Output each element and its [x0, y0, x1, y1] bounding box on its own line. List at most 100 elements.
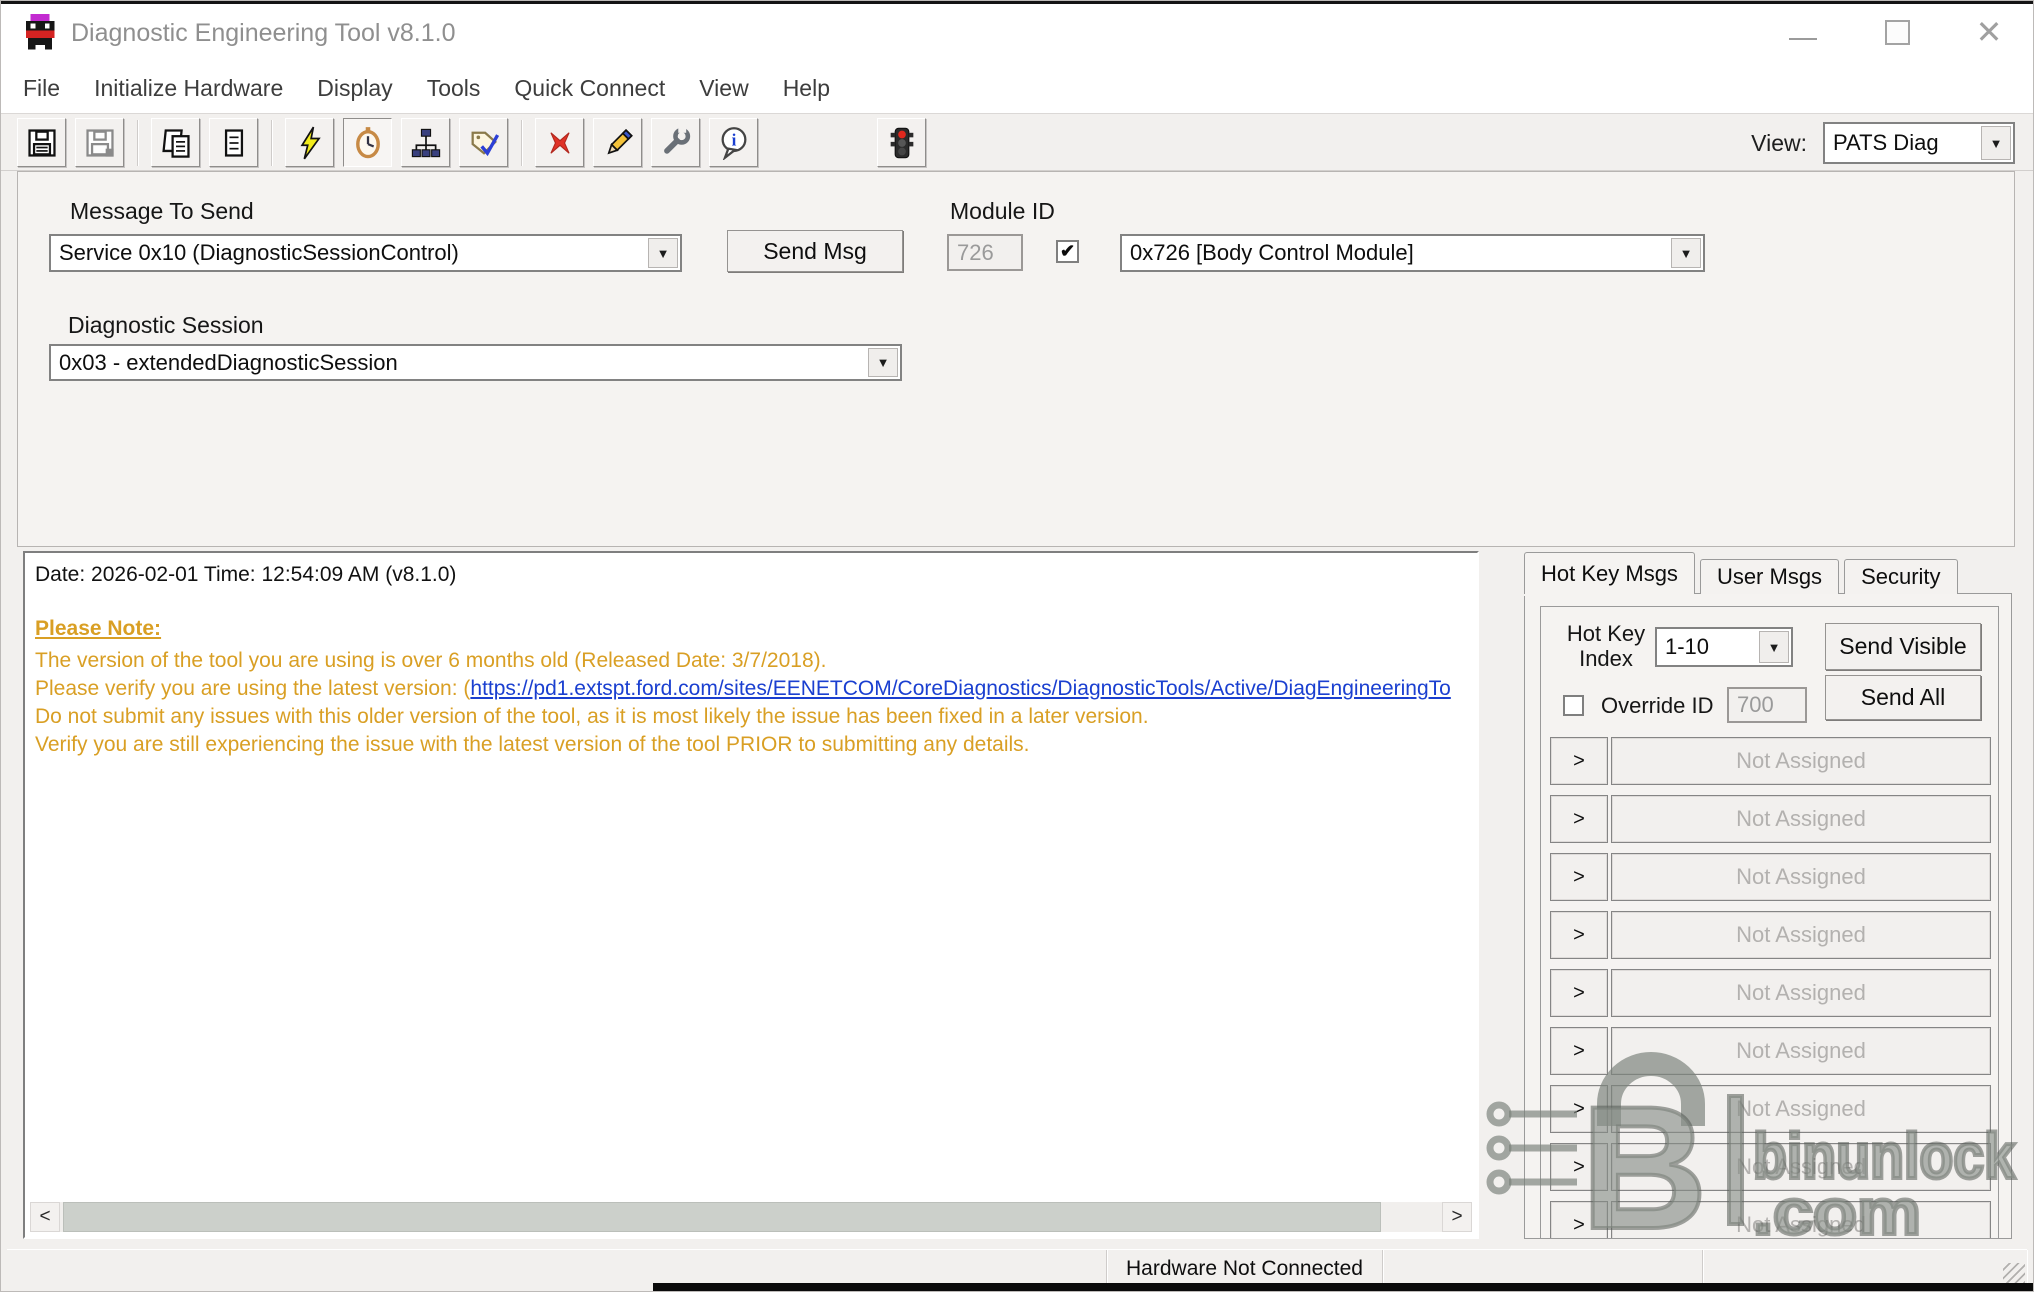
hotkey-arrow-button[interactable]: >	[1550, 1143, 1608, 1191]
log-line-prefix: Please verify you are using the latest v…	[35, 677, 470, 700]
hotkey-slot-button[interactable]: Not Assigned	[1611, 1201, 1991, 1239]
svg-text:i: i	[731, 130, 736, 149]
hot-key-index-select[interactable]: 1-10 ▼	[1655, 627, 1793, 667]
horizontal-scrollbar[interactable]: < >	[30, 1202, 1472, 1232]
chevron-down-icon[interactable]: ▼	[648, 238, 678, 268]
log-line: Verify you are still experiencing the is…	[35, 733, 1030, 757]
message-to-send-select[interactable]: Service 0x10 (DiagnosticSessionControl) …	[49, 234, 682, 272]
send-panel: Message To Send Service 0x10 (Diagnostic…	[17, 171, 2015, 547]
chevron-down-icon[interactable]: ▼	[868, 348, 898, 377]
send-msg-button[interactable]: Send Msg	[727, 230, 903, 272]
hotkey-slot-button[interactable]: Not Assigned	[1611, 1085, 1991, 1133]
app-window: Diagnostic Engineering Tool v8.1.0 ✕ Fil…	[0, 0, 2034, 1292]
message-to-send-label: Message To Send	[70, 198, 254, 225]
tab-user-msgs[interactable]: User Msgs	[1700, 559, 1839, 594]
hot-key-msgs-page: Hot Key Index 1-10 ▼ Send Visible Send A…	[1524, 593, 2012, 1239]
hotkey-slot-button[interactable]: Not Assigned	[1611, 853, 1991, 901]
hotkey-slot-button[interactable]: Not Assigned	[1611, 737, 1991, 785]
menu-item-quick-connect[interactable]: Quick Connect	[504, 75, 675, 102]
menu-item-tools[interactable]: Tools	[417, 75, 491, 102]
hotkey-arrow-button[interactable]: >	[1550, 1085, 1608, 1133]
page-icon[interactable]	[209, 118, 258, 167]
status-cell	[1703, 1250, 2027, 1287]
hotkey-slot-button[interactable]: Not Assigned	[1611, 969, 1991, 1017]
hotkey-slot-button[interactable]: Not Assigned	[1611, 795, 1991, 843]
scroll-left-icon[interactable]: <	[30, 1202, 60, 1232]
delete-icon[interactable]	[535, 118, 584, 167]
resize-grip[interactable]	[2003, 1263, 2025, 1285]
menu-item-display[interactable]: Display	[307, 75, 402, 102]
toolbar-separator	[271, 120, 273, 166]
diagnostic-session-select[interactable]: 0x03 - extendedDiagnosticSession ▼	[49, 344, 902, 381]
chevron-down-icon[interactable]: ▼	[1759, 631, 1789, 663]
menu-item-view[interactable]: View	[689, 75, 758, 102]
hotkey-slot-button[interactable]: Not Assigned	[1611, 911, 1991, 959]
menu-item-initialize-hardware[interactable]: Initialize Hardware	[84, 75, 293, 102]
module-id-field[interactable]: 726	[947, 234, 1023, 271]
info-balloon-icon[interactable]: i	[709, 118, 758, 167]
log-line: Please verify you are using the latest v…	[35, 677, 1451, 701]
title-bar: Diagnostic Engineering Tool v8.1.0 ✕	[1, 4, 2033, 63]
diagnostic-session-label: Diagnostic Session	[68, 312, 264, 339]
log-line: Do not submit any issues with this older…	[35, 705, 1149, 729]
hotkey-row: > Not Assigned	[1550, 853, 1991, 901]
view-select-value: PATS Diag	[1833, 130, 1939, 156]
scroll-right-icon[interactable]: >	[1442, 1202, 1472, 1232]
hot-key-index-label: Hot Key Index	[1559, 621, 1653, 671]
send-all-button[interactable]: Send All	[1825, 675, 1981, 720]
log-note-title: Please Note:	[35, 617, 161, 641]
override-id-field[interactable]: 700	[1727, 687, 1807, 723]
hotkey-arrow-button[interactable]: >	[1550, 969, 1608, 1017]
hotkey-arrow-button[interactable]: >	[1550, 737, 1608, 785]
save-icon[interactable]	[17, 118, 66, 167]
override-id-label: Override ID	[1601, 693, 1713, 719]
send-visible-button[interactable]: Send Visible	[1825, 623, 1981, 670]
chevron-down-icon[interactable]: ▼	[1671, 238, 1701, 268]
close-button[interactable]: ✕	[1969, 12, 2009, 52]
copy-pages-icon[interactable]	[151, 118, 200, 167]
scrollbar-thumb[interactable]	[63, 1202, 1381, 1232]
log-panel: Date: 2026-02-01 Time: 12:54:09 AM (v8.1…	[23, 551, 1479, 1239]
hotkey-arrow-button[interactable]: >	[1550, 911, 1608, 959]
window-title: Diagnostic Engineering Tool v8.1.0	[71, 19, 456, 48]
hotkey-arrow-button[interactable]: >	[1550, 853, 1608, 901]
chevron-down-icon[interactable]: ▼	[1981, 126, 2011, 160]
toolbar-separator	[521, 120, 523, 166]
log-date-line: Date: 2026-02-01 Time: 12:54:09 AM (v8.1…	[35, 563, 456, 587]
app-logo-icon	[21, 14, 59, 52]
hotkey-row: > Not Assigned	[1550, 795, 1991, 843]
minimize-button[interactable]	[1783, 12, 1823, 52]
hotkey-row-list: > Not Assigned > Not Assigned > Not Assi…	[1550, 737, 1991, 1239]
status-cell	[1383, 1250, 1703, 1287]
hotkey-arrow-button[interactable]: >	[1550, 795, 1608, 843]
wrench-icon[interactable]	[651, 118, 700, 167]
menu-item-file[interactable]: File	[13, 75, 70, 102]
module-id-checkbox[interactable]: ✔	[1056, 240, 1079, 263]
download-link[interactable]: https://pd1.extspt.ford.com/sites/EENETC…	[470, 677, 1450, 700]
clock-icon[interactable]	[343, 118, 392, 167]
module-select[interactable]: 0x726 [Body Control Module] ▼	[1120, 234, 1705, 272]
hotkey-row: > Not Assigned	[1550, 1027, 1991, 1075]
lightning-icon[interactable]	[285, 118, 334, 167]
network-icon[interactable]	[401, 118, 450, 167]
tab-security[interactable]: Security	[1844, 559, 1957, 594]
hot-key-groupbox: Hot Key Index 1-10 ▼ Send Visible Send A…	[1540, 606, 1999, 1239]
save-as-icon[interactable]	[75, 118, 124, 167]
hotkey-arrow-button[interactable]: >	[1550, 1201, 1608, 1239]
override-id-checkbox[interactable]	[1563, 695, 1584, 716]
hotkey-slot-button[interactable]: Not Assigned	[1611, 1143, 1991, 1191]
tag-check-icon[interactable]	[459, 118, 508, 167]
pencil-icon[interactable]	[593, 118, 642, 167]
menu-item-help[interactable]: Help	[773, 75, 840, 102]
hotkey-slot-button[interactable]: Not Assigned	[1611, 1027, 1991, 1075]
tab-hot-key-msgs[interactable]: Hot Key Msgs	[1524, 552, 1695, 594]
message-to-send-value: Service 0x10 (DiagnosticSessionControl)	[59, 240, 459, 266]
traffic-light-icon[interactable]	[877, 118, 926, 167]
view-label: View:	[1751, 130, 1807, 157]
hotkey-row: > Not Assigned	[1550, 911, 1991, 959]
view-select[interactable]: PATS Diag ▼	[1823, 122, 2015, 164]
maximize-button[interactable]	[1877, 12, 1917, 52]
window-top-edge	[1, 1, 2033, 4]
hotkey-row: > Not Assigned	[1550, 1085, 1991, 1133]
hotkey-arrow-button[interactable]: >	[1550, 1027, 1608, 1075]
